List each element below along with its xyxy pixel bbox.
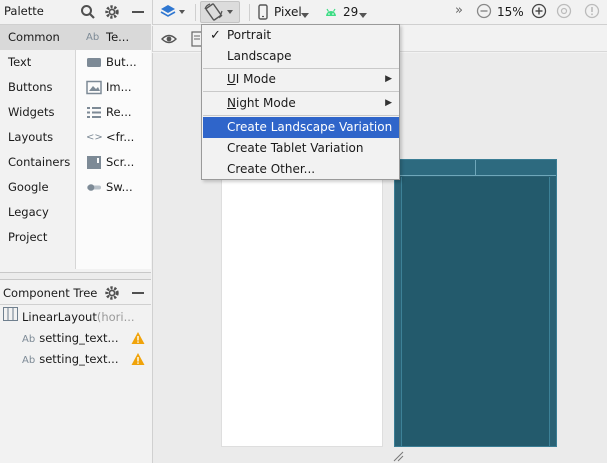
menu-item-night-mode[interactable]: Night Mode ▶ [203,93,399,114]
chevron-down-icon[interactable] [359,8,367,22]
api-level-selector[interactable]: 29 [343,5,358,19]
menu-item-ui-mode[interactable]: UI Mode ▶ [203,69,399,90]
category-google[interactable]: Google [0,175,76,200]
checkmark-icon: ✓ [210,28,221,43]
linear-layout-icon [3,307,18,328]
blueprint-surface[interactable] [394,159,557,447]
device-status-bar [395,160,556,176]
tree-item-label: setting_text... [39,331,119,345]
panel-splitter[interactable] [0,272,151,280]
device-selector[interactable]: Pixel [274,5,302,19]
palette-item-label: <fr... [106,130,135,144]
zoom-out-icon[interactable] [476,3,492,22]
image-view-icon [86,75,102,100]
menu-item-label: Create Other... [227,162,316,176]
status-bar-divider [475,160,476,176]
palette-item-fragment[interactable]: <> <fr... [76,125,151,150]
palette-item-recyclerview[interactable]: Re... [76,100,151,125]
design-surface[interactable] [221,160,383,447]
menu-item-portrait[interactable]: ✓ Portrait [203,25,399,46]
palette-item-imageview[interactable]: Im... [76,75,151,100]
category-common[interactable]: Common [0,25,76,50]
text-view-icon: Ab [22,334,36,345]
layers-icon[interactable] [160,3,188,24]
tree-item-textview-1[interactable]: Ab setting_text... [22,328,147,349]
palette-categories: Common Text Buttons Widgets Layouts Cont… [0,25,76,269]
palette-header: Palette [0,0,151,25]
palette-items: Ab Te... But... Im... Re... <> <fr... Sc… [76,25,151,269]
category-text[interactable]: Text [0,50,76,75]
rotate-device-icon [204,3,238,24]
palette-item-label: Im... [106,80,132,94]
tree-item-textview-2[interactable]: Ab setting_text... [22,349,147,370]
menu-item-label: Portrait [227,28,272,42]
android-icon [324,6,338,21]
minimize-icon[interactable] [129,284,147,302]
menu-separator [203,115,399,116]
chevron-down-icon[interactable] [301,8,309,22]
category-widgets[interactable]: Widgets [0,100,76,125]
palette-item-label: Scr... [106,155,135,169]
menu-item-label: I Mode [235,72,276,86]
palette-title: Palette [4,4,44,18]
scroll-view-icon [86,150,102,175]
palette-item-label: But... [106,55,137,69]
palette-item-scrollview[interactable]: Scr... [76,150,151,175]
tree-item-orientation: (hori... [96,310,135,324]
palette-item-label: Te... [106,30,130,44]
category-legacy[interactable]: Legacy [0,200,76,225]
category-layouts[interactable]: Layouts [0,125,76,150]
warnings-icon[interactable] [584,3,600,22]
minimize-icon[interactable] [129,3,147,21]
menu-item-create-other[interactable]: Create Other... [203,159,399,180]
palette-item-switch[interactable]: Sw... [76,175,151,200]
menu-item-mnemonic: U [227,72,236,86]
component-tree-header: Component Tree [0,281,151,305]
submenu-arrow-icon: ▶ [385,74,392,84]
orientation-menu: ✓ Portrait Landscape UI Mode ▶ Night Mod… [201,24,400,180]
menu-separator [203,91,399,92]
tree-item-label: setting_text... [39,352,119,366]
menu-item-landscape[interactable]: Landscape [203,46,399,67]
gear-icon[interactable] [103,284,121,302]
menu-item-label: Landscape [227,49,292,63]
text-view-icon: Ab [22,355,36,366]
eye-icon[interactable] [161,32,177,49]
submenu-arrow-icon: ▶ [385,98,392,108]
toolbar-divider [249,4,250,21]
menu-item-label: ight Mode [235,96,296,110]
zoom-fit-icon[interactable] [556,3,572,22]
menu-item-label: Create Landscape Variation [227,120,393,134]
resize-handle-icon[interactable] [392,450,404,463]
menu-item-create-tablet-variation[interactable]: Create Tablet Variation [203,138,399,159]
button-icon [86,50,102,75]
zoom-level: 15% [497,5,524,19]
linear-layout-preview[interactable] [401,177,550,446]
menu-item-create-landscape-variation[interactable]: Create Landscape Variation [203,117,399,138]
phone-icon [258,4,268,23]
component-tree-title: Component Tree [3,286,98,300]
zoom-in-icon[interactable] [531,3,547,22]
toolbar-divider [195,4,196,21]
tree-item-label: LinearLayout [22,310,97,324]
menu-item-label: Create Tablet Variation [227,141,364,155]
menu-item-mnemonic: N [227,96,236,110]
palette-item-label: Re... [106,105,132,119]
palette-item-textview[interactable]: Ab Te... [76,25,151,50]
category-project[interactable]: Project [0,225,76,250]
search-icon[interactable] [79,3,97,21]
tree-item-linearlayout[interactable]: LinearLayout(hori... [3,307,135,328]
palette-item-label: Sw... [106,180,133,194]
palette-item-button[interactable]: But... [76,50,151,75]
orientation-button[interactable] [200,1,240,23]
switch-icon [86,175,102,200]
design-toolbar: Pixel 29 » 15% [152,0,607,25]
category-containers[interactable]: Containers [0,150,76,175]
overflow-chevron-icon[interactable]: » [455,3,463,18]
gear-icon[interactable] [103,3,121,21]
recycler-view-icon [86,100,102,125]
fragment-icon: <> [86,132,103,143]
category-buttons[interactable]: Buttons [0,75,76,100]
text-view-icon: Ab [86,32,100,43]
